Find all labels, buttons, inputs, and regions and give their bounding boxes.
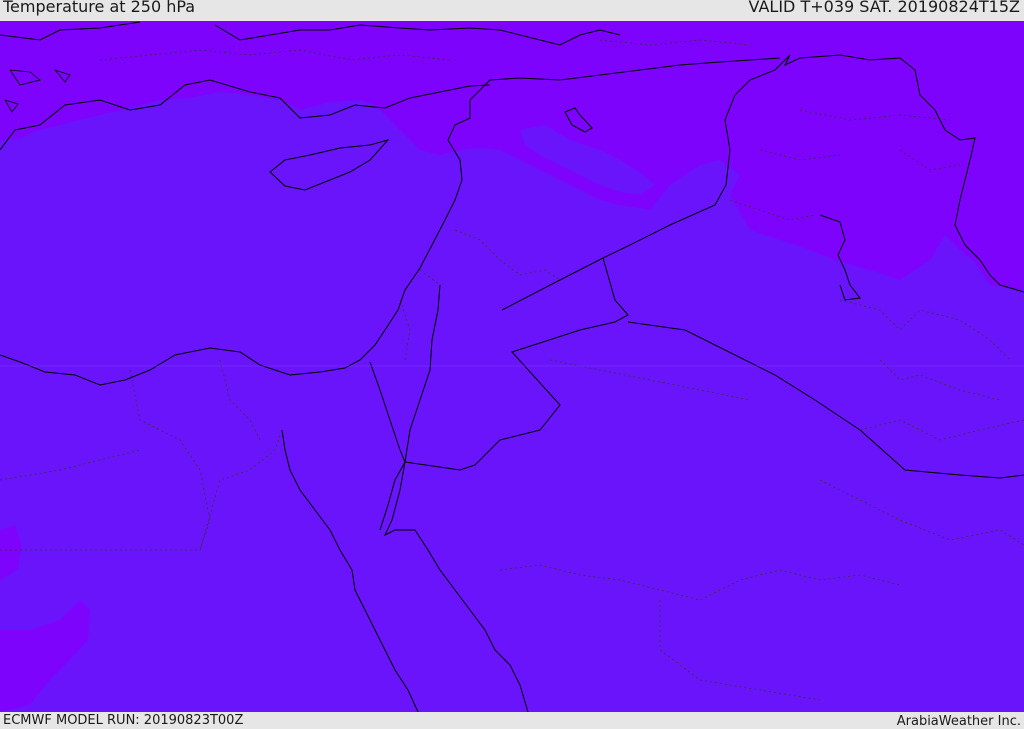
credit-text: ArabiaWeather Inc. <box>896 714 1021 729</box>
forecast-map-frame: Temperature at 250 hPa VALID T+039 SAT. … <box>0 0 1024 729</box>
map-header: Temperature at 250 hPa VALID T+039 SAT. … <box>0 0 1024 21</box>
map-title: Temperature at 250 hPa <box>3 0 196 16</box>
model-run: ECMWF MODEL RUN: 20190823T00Z <box>3 713 244 728</box>
temperature-map[interactable] <box>0 21 1024 712</box>
map-footer: ECMWF MODEL RUN: 20190823T00Z ArabiaWeat… <box>0 712 1024 729</box>
valid-time: VALID T+039 SAT. 20190824T15Z <box>748 0 1020 16</box>
